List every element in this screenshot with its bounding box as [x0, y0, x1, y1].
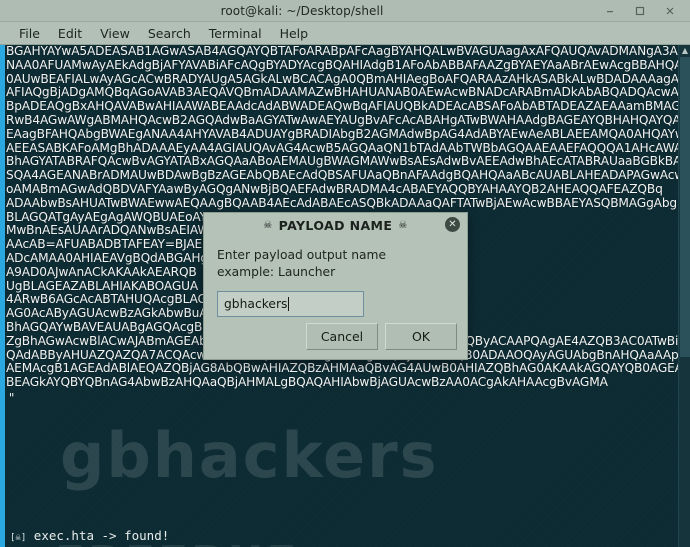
menu-item-search[interactable]: Search [139, 24, 200, 43]
dialog-body: Enter payload output name example: Launc… [204, 237, 467, 317]
menu-item-edit[interactable]: Edit [49, 24, 91, 43]
payload-name-dialog: ☠ PAYLOAD NAME ☠ ✕ Enter payload output … [203, 212, 468, 360]
payload-line: BEAGkAYQBYQBnAG4AbwBzAHQAaQBjAHMALgBQAQA… [6, 375, 608, 390]
dialog-close-button[interactable]: ✕ [445, 217, 460, 232]
window-controls [604, 5, 690, 17]
terminal-scrollbar[interactable]: ▲ [678, 45, 690, 547]
menubar: File Edit View Search Terminal Help [0, 22, 690, 45]
watermark-gbhackers: gbhackers [60, 419, 439, 492]
menu-item-terminal[interactable]: Terminal [200, 24, 271, 43]
payload-line: BpADEAQgBxAHQAVABwAHIAAWABEAAdcAdABWADEA… [6, 99, 690, 114]
payload-end-quote: " [8, 390, 16, 405]
status-line: [☠] exec.hta -> found! [10, 527, 184, 547]
dialog-title: ☠ PAYLOAD NAME ☠ [263, 218, 407, 233]
window-title: root@kali: ~/Desktop/shell [220, 3, 384, 18]
terminal-window: root@kali: ~/Desktop/shell File Edit Vie… [0, 0, 690, 547]
skull-icon: [☠] [10, 533, 27, 543]
text-caret [288, 297, 290, 311]
payload-line: RwB4AGwAWgABMAHQAcwB2AGQAdwBaAGYATwAwAEY… [6, 112, 690, 127]
minimize-button[interactable] [604, 5, 616, 17]
dialog-message-line1: Enter payload output name [217, 248, 387, 262]
ok-button[interactable]: OK [385, 323, 457, 350]
maximize-button[interactable] [634, 5, 646, 17]
dialog-message-line2: example: Launcher [217, 264, 336, 279]
skull-icon-right: ☠ [398, 219, 408, 231]
dialog-titlebar: ☠ PAYLOAD NAME ☠ ✕ [204, 213, 467, 237]
terminal-accent-strip [0, 45, 5, 547]
cancel-button[interactable]: Cancel [306, 323, 378, 350]
status-line-text: exec.hta -> found! [26, 528, 170, 543]
skull-icon-left: ☠ [263, 219, 273, 231]
window-titlebar: root@kali: ~/Desktop/shell [0, 0, 690, 22]
close-button[interactable] [664, 5, 676, 17]
payload-line: ADAAbwBsAHUATwBWAEwwAEQAAgBQAAB4AEcAdABA… [6, 195, 690, 210]
menu-item-help[interactable]: Help [271, 24, 318, 43]
terminal-status-output: [☠] exec.hta -> found![☠] index.html -> … [10, 527, 184, 547]
scrollbar-thumb[interactable] [680, 57, 690, 357]
dialog-title-text: PAYLOAD NAME [278, 217, 393, 233]
dialog-button-row: Cancel OK [306, 323, 457, 350]
scroll-up-arrow-icon[interactable]: ▲ [679, 47, 690, 55]
payload-name-input-value: gbhackers [224, 297, 288, 311]
payload-name-input[interactable]: gbhackers [217, 291, 364, 317]
payload-line: BGAHYAYwA5ADEASAB1AGwASAB4AGQAYQBTAFoARA… [6, 45, 690, 58]
payload-line: NAA0AFUAMwAyAEkAdgBjAFYAVABiAFcAQgBYADYA… [6, 57, 690, 72]
payload-line: EAagBFAHQAbgBWAEgANAA4AHYAVAB4ADUAYgBRAD… [6, 126, 690, 141]
close-icon: ✕ [448, 218, 457, 230]
payload-line: oAMABmAGwAdQBDVAFYAawByAGQgANwBjBQAEFAdw… [6, 181, 663, 196]
payload-line: SQA4AGEANABrADMAUwBDAwBgBzAGEAbQBAEcAdQB… [6, 168, 690, 183]
menu-item-file[interactable]: File [10, 24, 49, 43]
menu-item-view[interactable]: View [91, 24, 139, 43]
